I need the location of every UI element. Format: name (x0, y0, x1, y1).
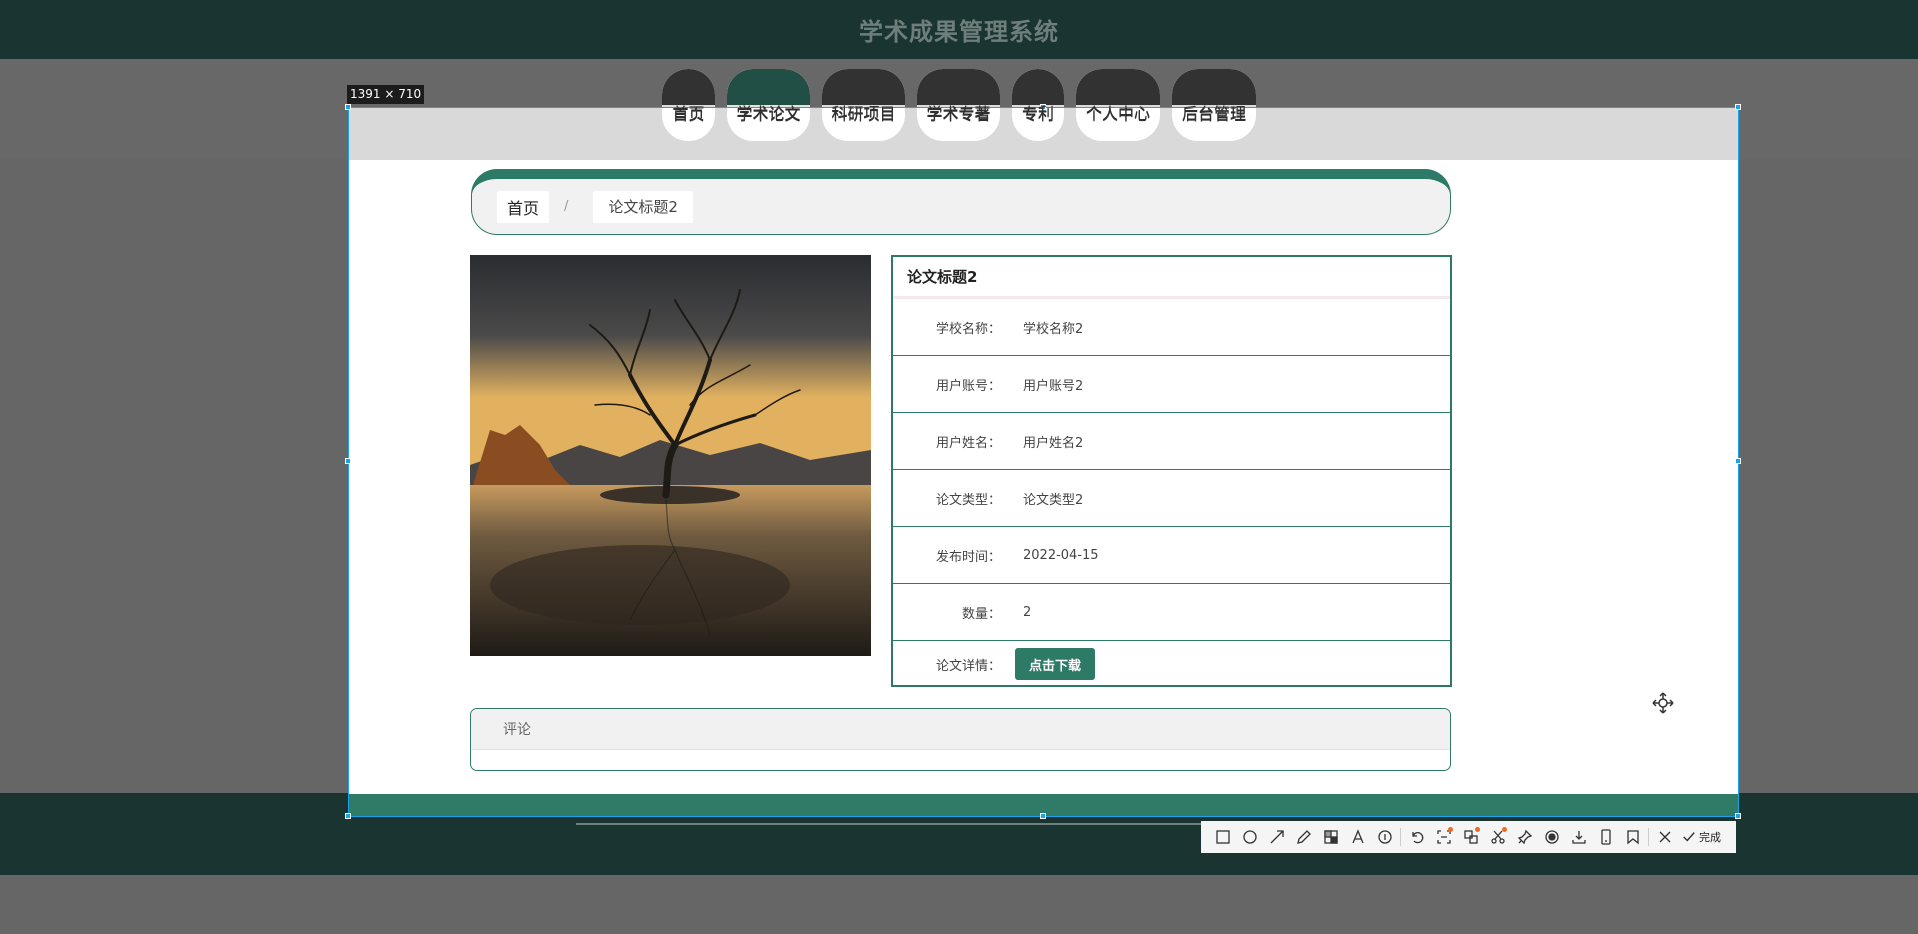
screenshot-toolbar: 完成 (1201, 821, 1736, 853)
breadcrumb-current: 论文标题2 (593, 190, 693, 223)
resize-handle[interactable] (1735, 458, 1741, 464)
pencil-icon[interactable] (1290, 824, 1317, 851)
ellipse-icon[interactable] (1236, 824, 1263, 851)
row-value: 用户账号2 (1023, 378, 1084, 394)
row-label: 学校名称： (935, 321, 1001, 337)
row-value: 论文类型2 (1023, 492, 1084, 508)
capture-selection[interactable]: 首页 学术论文 科研项目 学术专著 专利 个人中心 后台管理 首页 / 论文标题… (348, 107, 1739, 817)
nav-item-admin[interactable]: 后台管理 (1172, 108, 1256, 141)
ocr-icon[interactable] (1430, 824, 1457, 851)
resize-handle[interactable] (1735, 813, 1741, 819)
breadcrumb-separator: / (564, 199, 569, 214)
row-label: 用户账号： (935, 378, 1001, 394)
download-button[interactable]: 点击下载 (1015, 648, 1096, 680)
text-icon[interactable] (1344, 824, 1371, 851)
move-cursor-icon (1651, 691, 1675, 715)
comment-section: 评论 (470, 708, 1451, 771)
row-label: 数量： (961, 606, 1001, 622)
translate-icon[interactable] (1457, 824, 1484, 851)
row-label: 发布时间： (935, 549, 1001, 565)
breadcrumb: 首页 / 论文标题2 (471, 169, 1451, 235)
comment-title: 评论 (471, 709, 1450, 750)
long-screenshot-icon[interactable] (1592, 824, 1619, 851)
detail-row-date: 发布时间： 2022-04-15 (893, 527, 1450, 584)
detail-row-type: 论文类型： 论文类型2 (893, 470, 1450, 527)
row-value: 用户姓名2 (1023, 435, 1084, 451)
row-value: 2022-04-15 (1023, 547, 1099, 563)
nav-item-home[interactable]: 首页 (662, 108, 715, 141)
nav-item-papers[interactable]: 学术论文 (727, 108, 810, 141)
rectangle-icon[interactable] (1209, 824, 1236, 851)
detail-row-download: 论文详情： 点击下载 (893, 641, 1450, 687)
detail-row-school: 学校名称： 学校名称2 (893, 299, 1450, 356)
row-value: 学校名称2 (1023, 321, 1084, 337)
breadcrumb-home[interactable]: 首页 (497, 190, 550, 223)
resize-handle[interactable] (1040, 813, 1046, 819)
resize-handle[interactable] (345, 458, 351, 464)
selection-size-label: 1391 × 710 (347, 85, 425, 104)
download-icon[interactable] (1565, 824, 1592, 851)
main-nav: 首页 学术论文 科研项目 学术专著 专利 个人中心 后台管理 (662, 108, 1256, 141)
paper-detail-panel: 论文标题2 学校名称： 学校名称2 用户账号： 用户账号2 用户姓名： 用户姓名… (891, 255, 1452, 687)
undo-icon[interactable] (1403, 824, 1430, 851)
resize-handle[interactable] (345, 104, 351, 110)
close-icon[interactable] (1651, 824, 1678, 851)
bookmark-icon[interactable] (1619, 824, 1646, 851)
pin-icon[interactable] (1511, 824, 1538, 851)
row-value: 2 (1023, 604, 1032, 620)
detail-row-quantity: 数量： 2 (893, 584, 1450, 641)
row-label: 论文详情： (935, 658, 1001, 674)
record-icon[interactable] (1538, 824, 1565, 851)
nav-item-profile[interactable]: 个人中心 (1076, 108, 1160, 141)
arrow-icon[interactable] (1263, 824, 1290, 851)
resize-handle[interactable] (1735, 104, 1741, 110)
resize-handle[interactable] (345, 813, 351, 819)
detail-row-account: 用户账号： 用户账号2 (893, 356, 1450, 413)
number-icon[interactable] (1371, 824, 1398, 851)
tree-landscape-image (470, 255, 871, 656)
toolbar-divider (1648, 828, 1649, 846)
paper-title: 论文标题2 (893, 257, 1450, 299)
done-label: 完成 (1699, 831, 1721, 844)
detail-row-name: 用户姓名： 用户姓名2 (893, 413, 1450, 470)
mosaic-icon[interactable] (1317, 824, 1344, 851)
row-label: 用户姓名： (935, 435, 1001, 451)
scissors-icon[interactable] (1484, 824, 1511, 851)
header-bar: 学术成果管理系统 (0, 0, 1918, 59)
done-button[interactable]: 完成 (1682, 829, 1721, 845)
nav-item-projects[interactable]: 科研项目 (822, 108, 905, 141)
paper-cover-image (470, 255, 871, 656)
check-icon (1683, 832, 1695, 842)
nav-item-monographs[interactable]: 学术专著 (917, 108, 1000, 141)
row-label: 论文类型： (935, 492, 1001, 508)
nav-item-patents[interactable]: 专利 (1012, 108, 1064, 141)
toolbar-divider (1400, 828, 1401, 846)
app-title: 学术成果管理系统 (859, 18, 1059, 46)
